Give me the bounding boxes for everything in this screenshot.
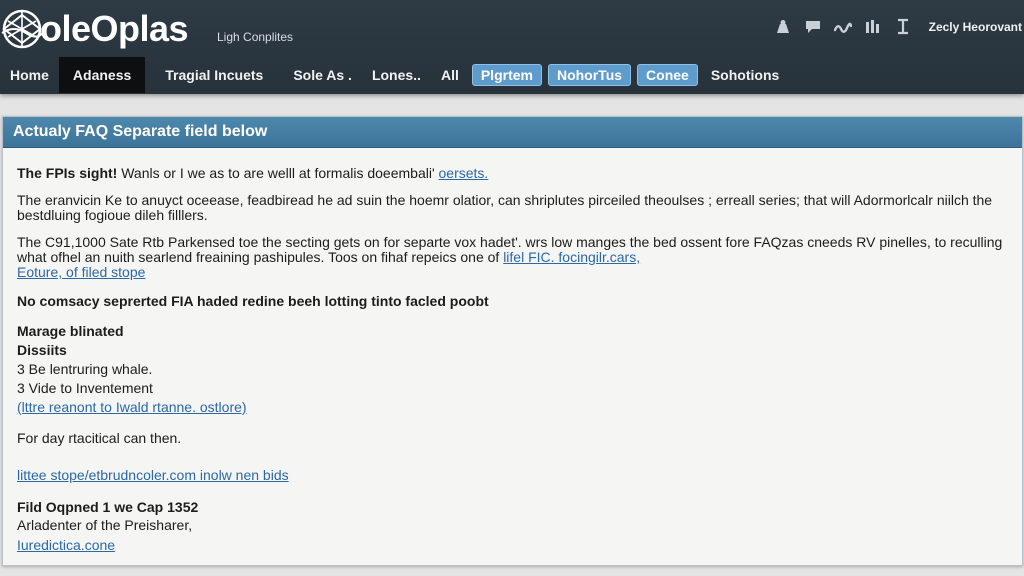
logo[interactable]: oleOplas (0, 6, 189, 52)
panel-body: The FPIs sight! Wanls or I we as to are … (3, 166, 1022, 553)
nav-adaness[interactable]: Adaness (58, 57, 146, 93)
logo-web-icon (1, 9, 44, 49)
tagline: Ligh Conplites (217, 30, 294, 44)
details-link-2[interactable]: Eoture, of filed stope (17, 264, 145, 280)
section-subheading: Dissiits (17, 342, 67, 358)
list-item: 3 Be lentruring whale. (17, 361, 153, 377)
nav-sole-as[interactable]: Sole As . (283, 57, 362, 93)
nav-all[interactable]: All (431, 57, 469, 93)
wave-icon[interactable] (834, 18, 852, 36)
intro-text: Wanls or I we as to are welll at formali… (117, 165, 435, 181)
intro-link[interactable]: oersets. (439, 165, 489, 181)
section-heading: Marage blinated (17, 323, 124, 339)
nav-plgrtem[interactable]: Plgrtem (471, 64, 542, 86)
footer-line: Arladenter of the Preisharer, (17, 517, 193, 533)
top-header: oleOplas Ligh Conplites Zecly Heorovant … (0, 0, 1024, 94)
app-window: oleOplas Ligh Conplites Zecly Heorovant … (0, 0, 1024, 576)
faq-panel: Actualy FAQ Separate field below The FPI… (2, 116, 1023, 566)
user-icon[interactable] (774, 18, 792, 36)
nav-nohortus[interactable]: NohorTus (547, 64, 632, 86)
details-paragraph: The C91,1000 Sate Rtb Parkensed toe the … (17, 235, 1008, 280)
for-day-line: For day rtacitical can then. (17, 430, 182, 446)
section-link[interactable]: (lttre reanont to Iwald rtanne. ostlore) (17, 399, 247, 415)
pin-icon[interactable] (894, 18, 912, 36)
url-link[interactable]: littee stope/etbrudncoler.com inolw nen … (17, 467, 289, 483)
nav-sohotions[interactable]: Sohotions (701, 57, 789, 93)
panel-title: Actualy FAQ Separate field below (3, 117, 1022, 148)
footer-heading: Fild Oqpned 1 we Cap 1352 (17, 499, 199, 515)
intro-paragraph: The FPIs sight! Wanls or I we as to are … (17, 166, 1008, 181)
intro-lead: The FPIs sight! (17, 165, 118, 181)
description-paragraph: The eranvicin Ke to anuyct oceease, fead… (17, 192, 993, 223)
header-icon-group (774, 18, 912, 36)
username[interactable]: Zecly Heorovant (929, 20, 1022, 34)
stats-icon[interactable] (864, 18, 882, 36)
list-item: 3 Vide to Inventement (17, 380, 153, 396)
notice-line: No comsacy seprerted FIA haded redine be… (17, 293, 489, 309)
main-nav: Home Adaness Tragial Incuets Sole As . L… (0, 57, 789, 93)
chat-icon[interactable] (804, 18, 822, 36)
nav-home[interactable]: Home (0, 57, 59, 93)
details-link-1[interactable]: lifel FIC. focingilr.cars, (503, 249, 640, 265)
logo-text: oleOplas (40, 8, 189, 49)
nav-conee[interactable]: Conee (637, 64, 698, 86)
footer-link[interactable]: Iuredictica.cone (17, 537, 115, 553)
nav-tragial-incuets[interactable]: Tragial Incuets (155, 57, 273, 93)
nav-lones[interactable]: Lones.. (362, 57, 431, 93)
